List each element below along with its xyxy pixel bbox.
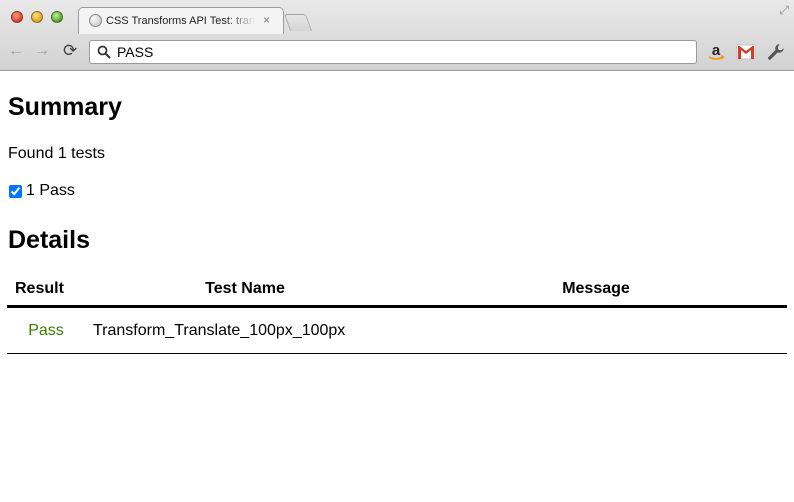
address-bar[interactable] (89, 40, 697, 64)
search-icon (97, 45, 111, 59)
amazon-icon[interactable]: a (706, 42, 726, 62)
table-row: Pass Transform_Translate_100px_100px (7, 306, 787, 354)
zoom-window-button[interactable] (51, 11, 63, 23)
globe-icon (89, 14, 102, 27)
test-name-column-header: Test Name (85, 273, 405, 308)
svg-text:a: a (712, 42, 721, 59)
message-column-header: Message (405, 273, 787, 308)
pass-summary-label: 1 Pass (26, 182, 75, 199)
address-input[interactable] (117, 43, 677, 61)
close-window-button[interactable] (11, 11, 23, 23)
forward-button[interactable]: → (34, 42, 50, 60)
pass-checkbox[interactable] (9, 184, 22, 198)
wrench-icon[interactable] (766, 42, 786, 62)
browser-tab[interactable]: CSS Transforms API Test: translate × (78, 7, 284, 34)
results-table: Result Test Name Message Pass Transform_… (7, 273, 787, 354)
test-name-cell: Transform_Translate_100px_100px (85, 306, 405, 354)
reload-button[interactable]: ⟳ (63, 42, 77, 60)
new-tab-button[interactable] (283, 14, 313, 31)
details-heading: Details (8, 226, 90, 254)
found-tests-text: Found 1 tests (8, 145, 105, 162)
result-column-header: Result (7, 273, 85, 308)
result-cell: Pass (7, 306, 85, 354)
table-header-row: Result Test Name Message (7, 273, 787, 308)
minimize-window-button[interactable] (31, 11, 43, 23)
summary-heading: Summary (8, 93, 122, 121)
browser-chrome: CSS Transforms API Test: translate × ⤢ ←… (0, 0, 794, 71)
message-cell (405, 306, 787, 354)
fullscreen-icon[interactable]: ⤢ (779, 3, 789, 18)
tab-title: CSS Transforms API Test: translate (106, 15, 256, 27)
back-button[interactable]: ← (8, 42, 24, 60)
tab-close-icon[interactable]: × (263, 13, 270, 27)
pass-filter: 1 Pass (8, 182, 75, 200)
gmail-icon[interactable] (736, 42, 756, 62)
